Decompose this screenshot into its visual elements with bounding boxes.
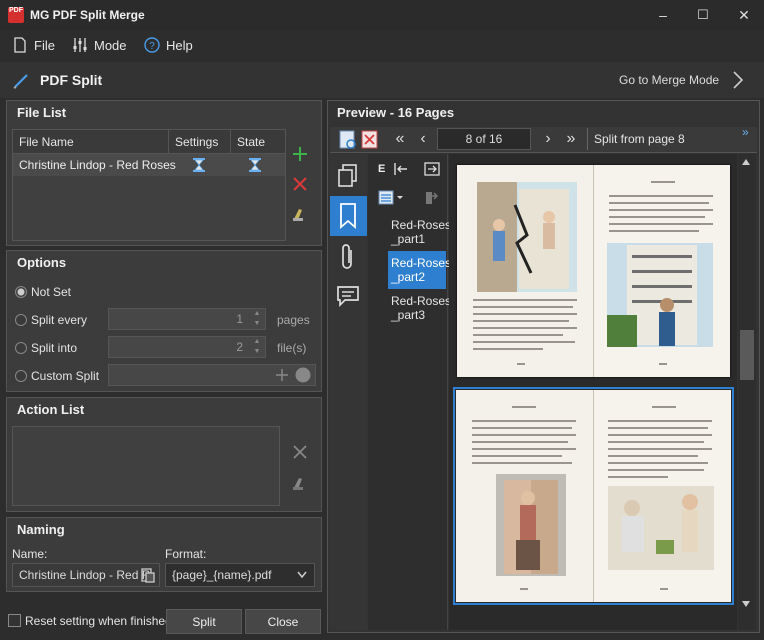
page-title: PDF Split: [40, 72, 103, 88]
sliders-icon: [73, 38, 87, 52]
preview-title: Preview - 16 Pages: [337, 105, 455, 120]
name-label: Name:: [12, 547, 48, 561]
scroll-down-icon[interactable]: [741, 600, 751, 608]
radio-split-into[interactable]: [15, 342, 27, 354]
split-pen-icon: [13, 74, 28, 89]
last-page-button[interactable]: »: [559, 128, 583, 150]
col-state[interactable]: State: [231, 130, 285, 154]
options-panel: Options Not Set Split every 1 ▲ ▼ pages S…: [6, 250, 322, 392]
split-into-stepper[interactable]: ▲ ▼: [251, 337, 263, 357]
page-thumbnail-spread-1[interactable]: [457, 165, 730, 377]
hourglass-icon: [193, 158, 205, 172]
naming-panel: Naming Name: Format: Christine Lindop - …: [6, 517, 322, 592]
radio-not-set[interactable]: [15, 286, 27, 298]
clear-actions-icon[interactable]: [291, 474, 309, 492]
add-range-icon[interactable]: [275, 368, 289, 382]
file-table-header: File Name Settings State: [13, 130, 285, 154]
menu-mode-label: Mode: [94, 37, 127, 53]
radio-split-every[interactable]: [15, 314, 27, 326]
split-button[interactable]: Split: [166, 609, 242, 634]
maximize-button[interactable]: ☐: [683, 0, 723, 30]
paste-icon[interactable]: [140, 567, 156, 583]
reset-setting-checkbox[interactable]: [8, 614, 21, 627]
book-spread-illustration: [456, 390, 731, 602]
chevron-down-icon[interactable]: [297, 571, 307, 579]
scrollbar-thumb[interactable]: [740, 330, 754, 380]
list-options-icon[interactable]: [378, 190, 404, 206]
menu-help-label: Help: [166, 37, 193, 53]
page-thumbnail-spread-2[interactable]: [456, 390, 731, 602]
format-select[interactable]: {page}_{name}.pdf: [165, 563, 315, 587]
bookmark-part1[interactable]: Red-Roses _part1: [391, 218, 451, 246]
delete-page-icon[interactable]: [361, 130, 379, 150]
close-button[interactable]: Close: [245, 609, 321, 634]
expand-toolbar-button[interactable]: »: [742, 125, 749, 139]
app-logo-icon: PDF: [8, 7, 24, 23]
goto-merge-mode-link[interactable]: Go to Merge Mode: [619, 73, 719, 87]
naming-title: Naming: [17, 522, 65, 537]
split-into-label: Split into: [31, 341, 78, 355]
radio-custom-split[interactable]: [15, 370, 27, 382]
file-icon: [14, 37, 26, 53]
menu-help[interactable]: ? Help: [144, 36, 193, 54]
attachment-icon[interactable]: [339, 242, 357, 272]
split-every-input[interactable]: 1: [108, 308, 266, 330]
pages-icon[interactable]: [337, 164, 359, 188]
clear-files-icon[interactable]: [291, 205, 309, 223]
next-page-button[interactable]: ›: [538, 128, 558, 150]
not-set-label: Not Set: [31, 285, 72, 299]
custom-split-label: Custom Split: [31, 369, 100, 383]
help-icon: ?: [144, 37, 160, 53]
action-list-panel: Action List: [6, 397, 322, 512]
split-into-input[interactable]: 2: [108, 336, 266, 358]
name-input[interactable]: Christine Lindop - Red R: [12, 563, 160, 587]
file-list-panel: File List File Name Settings State Chris…: [6, 100, 322, 246]
window-title: MG PDF Split Merge: [30, 8, 145, 22]
files-unit-label: file(s): [277, 341, 307, 355]
col-file-name[interactable]: File Name: [13, 130, 169, 154]
refresh-page-icon[interactable]: [338, 130, 358, 150]
col-settings[interactable]: Settings: [169, 130, 231, 154]
table-row[interactable]: Christine Lindop - Red Roses: [13, 154, 285, 176]
pages-unit-label: pages: [277, 313, 310, 327]
prev-page-button[interactable]: ‹: [413, 128, 433, 150]
close-window-button[interactable]: ✕: [724, 0, 764, 30]
menu-file-label: File: [34, 37, 55, 53]
export-bookmark-icon[interactable]: [424, 190, 438, 206]
chevron-right-icon[interactable]: [731, 70, 745, 90]
file-table: File Name Settings State Christine Lindo…: [12, 129, 286, 241]
remove-file-icon[interactable]: [292, 176, 308, 192]
scroll-up-icon[interactable]: [741, 158, 751, 166]
bookmark-part2[interactable]: Red-Roses _part2: [391, 256, 451, 284]
expand-right-icon[interactable]: [424, 162, 440, 176]
book-spread-illustration: [457, 165, 730, 377]
preview-scrollbar[interactable]: [738, 154, 756, 630]
first-page-button[interactable]: «: [388, 128, 412, 150]
action-list-title: Action List: [17, 402, 85, 417]
page-number-input[interactable]: 8 of 16: [437, 128, 531, 150]
info-circle-icon[interactable]: [295, 367, 311, 383]
hourglass-icon: [249, 158, 261, 172]
menu-mode[interactable]: Mode: [72, 36, 127, 54]
format-label: Format:: [165, 547, 207, 561]
bookmark-tab-letter: E: [378, 163, 386, 175]
split-from-label: Split from page 8: [594, 132, 685, 146]
minimize-button[interactable]: –: [643, 0, 683, 30]
add-file-icon[interactable]: [292, 146, 308, 162]
file-list-title: File List: [17, 105, 67, 120]
remove-action-icon[interactable]: [292, 444, 308, 460]
reset-setting-label: Reset setting when finished: [25, 614, 172, 628]
action-list-box: [12, 426, 280, 506]
collapse-left-icon[interactable]: [394, 162, 408, 176]
file-name-cell: Christine Lindop - Red Roses: [19, 158, 176, 172]
bookmark-part3[interactable]: Red-Roses _part3: [391, 294, 451, 322]
comment-icon[interactable]: [336, 284, 360, 308]
menu-file[interactable]: File: [12, 36, 55, 54]
bookmark-icon: [340, 203, 356, 229]
svg-text:?: ?: [149, 41, 155, 52]
options-title: Options: [17, 255, 67, 270]
split-every-stepper[interactable]: ▲ ▼: [251, 309, 263, 329]
split-every-label: Split every: [31, 313, 88, 327]
toolbar-divider: [587, 128, 588, 150]
